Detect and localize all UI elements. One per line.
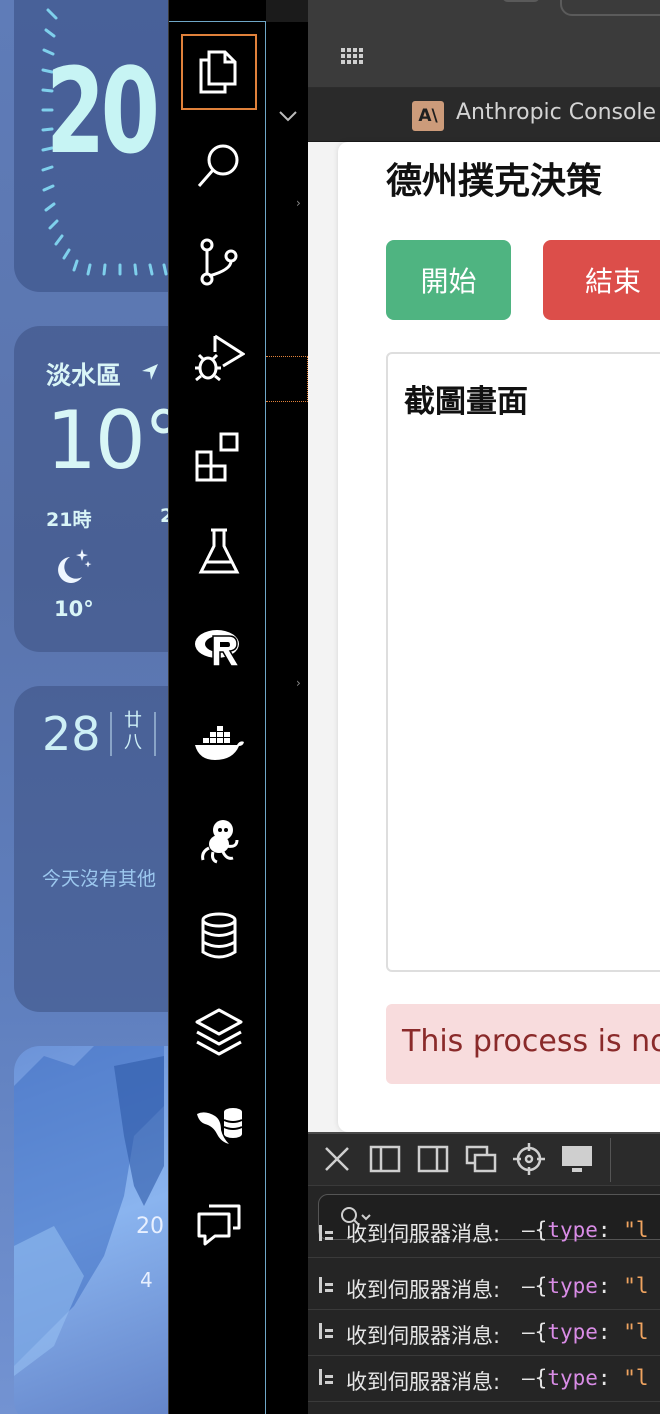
editor-fold-mark: ›: [296, 196, 301, 210]
activity-search[interactable]: [181, 128, 257, 204]
moon-stars-icon: [58, 549, 92, 583]
log-object: –{type: "l: [522, 1366, 649, 1390]
octocat-icon: [201, 820, 239, 864]
log-message: 收到伺服器消息:: [346, 1278, 501, 1302]
photo-caption: 4: [140, 1268, 153, 1292]
editor-highlight-box: [266, 356, 308, 402]
activity-r[interactable]: [181, 610, 257, 686]
start-button[interactable]: 開始: [386, 240, 511, 320]
end-button[interactable]: 結束: [543, 240, 660, 320]
browser-window: A\ Anthropic Console 德州撲克決策 開始 結束 截圖畫面 T…: [308, 0, 660, 1414]
log-object: –{type: "l: [522, 1274, 649, 1298]
activity-explorer[interactable]: [181, 34, 257, 110]
r-language-icon: [195, 630, 241, 667]
editor-pane[interactable]: › ›: [266, 0, 308, 1414]
console-log-row[interactable]: 收到伺服器消息: –{type: "l: [308, 1310, 660, 1356]
weather-hour-label: 21時: [46, 509, 92, 531]
editor-tab-strip: [266, 0, 308, 22]
calendar-lunar-date: 廿八: [124, 710, 142, 753]
undock-icon[interactable]: [464, 1142, 498, 1176]
chat-icon: [197, 1204, 241, 1246]
source-control-icon: [200, 238, 238, 286]
layers-icon: [195, 1008, 243, 1056]
log-object: –{type: "l: [522, 1320, 649, 1344]
chevron-down-icon[interactable]: [276, 104, 300, 128]
browser-toolbar: [308, 0, 660, 88]
device-mode-icon[interactable]: [560, 1142, 594, 1176]
log-icon: [319, 1369, 333, 1385]
log-icon: [319, 1225, 333, 1241]
dock-left-icon[interactable]: [368, 1142, 402, 1176]
database-icon: [201, 912, 237, 959]
search-icon: [197, 144, 239, 187]
log-icon: [319, 1277, 333, 1293]
run-debug-icon: [195, 334, 245, 382]
console-log-row[interactable]: 收到伺服器消息: –{type: "l: [308, 1264, 660, 1310]
docker-icon: [195, 726, 244, 760]
flask-icon: [198, 528, 240, 574]
weather-location: 淡水區: [46, 361, 122, 390]
weather-temperature: 10°: [46, 394, 168, 487]
tab-anthropic-console[interactable]: Anthropic Console: [456, 100, 656, 125]
console-log-row[interactable]: 收到伺服器消息: –{type: "l: [308, 1356, 660, 1402]
dock-right-icon[interactable]: [416, 1142, 450, 1176]
clock-time: 20: [46, 42, 160, 180]
editor-fold-mark: ›: [296, 676, 301, 690]
alert-message: This process is no: [402, 1024, 660, 1059]
activity-testing[interactable]: [181, 514, 257, 590]
calendar-divider: [154, 712, 156, 756]
weather-hour-label-next: 2: [160, 505, 168, 527]
activity-bar: [168, 0, 267, 1414]
toolbar-separator: [610, 1138, 611, 1182]
calendar-divider: [110, 712, 112, 756]
location-arrow-icon: [142, 364, 158, 380]
element-picker-icon[interactable]: [512, 1142, 546, 1176]
screenshot-panel: [386, 352, 660, 972]
log-message: 收到伺服器消息:: [346, 1370, 501, 1394]
calendar-message: 今天沒有其他: [42, 868, 157, 890]
activity-mysql[interactable]: [181, 1090, 257, 1166]
activity-github[interactable]: [181, 802, 257, 878]
activity-database[interactable]: [181, 898, 257, 974]
console-log-row[interactable]: 收到伺服器消息: –{type: "l: [308, 1218, 660, 1258]
mysql-icon: [197, 1108, 243, 1144]
files-icon: [199, 50, 237, 94]
activity-source-control[interactable]: [181, 224, 257, 300]
log-object: –{type: "l: [522, 1218, 649, 1242]
page-title: 德州撲克決策: [386, 161, 603, 202]
title-bar-strip: [169, 0, 267, 22]
activity-docker[interactable]: [181, 706, 257, 782]
photo-year: 20: [136, 1214, 164, 1239]
activity-chat[interactable]: [181, 1186, 257, 1262]
desktop-widgets: 20 淡水區 10° 21時 2 10° 28 廿八 今天沒有其他 20 4: [0, 0, 168, 1414]
close-icon[interactable]: [320, 1142, 354, 1176]
activity-layers[interactable]: [181, 994, 257, 1070]
extensions-icon: [195, 432, 239, 482]
address-bar[interactable]: [560, 0, 660, 16]
toolbar-button[interactable]: [502, 0, 540, 2]
activity-extensions[interactable]: [181, 418, 257, 494]
activity-run-debug[interactable]: [181, 320, 257, 396]
log-icon: [319, 1323, 333, 1339]
log-message: 收到伺服器消息:: [346, 1222, 501, 1246]
calendar-day: 28: [42, 707, 101, 761]
log-message: 收到伺服器消息:: [346, 1324, 501, 1348]
screenshot-title: 截圖畫面: [404, 384, 528, 420]
weather-hour-temp: 10°: [54, 597, 94, 621]
apps-grid-icon[interactable]: [340, 44, 364, 68]
anthropic-logo-icon: A\: [412, 101, 444, 131]
